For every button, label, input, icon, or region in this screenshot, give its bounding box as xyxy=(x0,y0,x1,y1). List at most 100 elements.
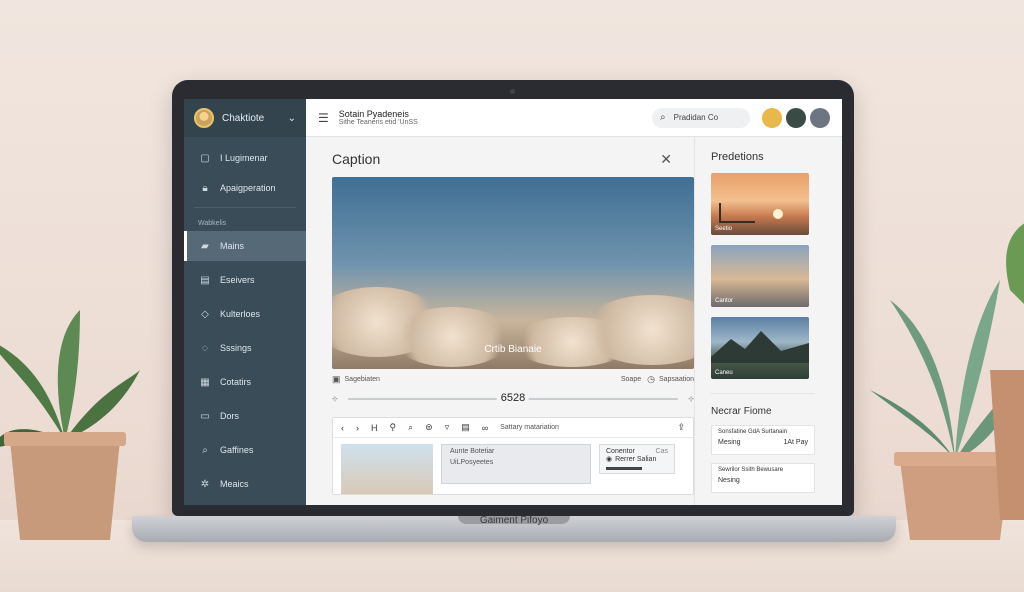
search-input[interactable]: ⌕ Pradidan Co xyxy=(652,107,750,128)
sidebar-item-label: I Lugimenar xyxy=(220,153,268,163)
card-title: Aunte Botetiar xyxy=(450,448,495,455)
main: ☰ Sotain Pyadeneis Sithe Teaneris etid '… xyxy=(306,99,842,505)
pin-icon[interactable]: ⚲ xyxy=(390,422,397,433)
divider xyxy=(711,393,815,394)
sidebar-nav-sssings[interactable]: ◌ Sssings xyxy=(184,333,306,363)
sidebar-item-0[interactable]: ▢ I Lugimenar xyxy=(184,143,306,173)
page-title-text: Sotain Pyadeneis xyxy=(338,109,409,119)
sidebar-section-label: Wabkelis xyxy=(198,220,227,227)
search-icon[interactable]: ⌕ xyxy=(408,422,413,433)
avatar[interactable] xyxy=(762,107,782,128)
search-icon: ⌕ xyxy=(202,444,208,456)
list-item-who: Mesing xyxy=(718,439,741,446)
sidebar-item-1[interactable]: 🔒︎ Apaigperation xyxy=(184,173,306,203)
avatar xyxy=(194,108,214,128)
sidebar-item-label: Kulterloes xyxy=(220,309,261,319)
webcam xyxy=(510,89,515,94)
thumbnail-image[interactable] xyxy=(341,444,433,494)
table-icon[interactable]: ▤ xyxy=(461,422,470,433)
sidebar-nav-kulterloes[interactable]: ◇ Kulterloes xyxy=(184,299,306,329)
sidebar-item-label: Meaics xyxy=(220,479,249,489)
forward-icon[interactable]: › xyxy=(356,423,359,433)
workspace-title: Chaktiote xyxy=(222,112,265,124)
link-icon[interactable]: ∞ xyxy=(482,423,488,433)
sidebar-item-label: Sssings xyxy=(220,343,252,353)
chat-icon: ◌ xyxy=(202,342,208,354)
sidebar-nav-cotatirs[interactable]: ▦ Cotatirs xyxy=(184,367,306,397)
hero-image: Crtib Bianaie xyxy=(332,177,694,369)
lock-icon: 🔒︎ xyxy=(202,182,208,194)
media-right-b: Sapsaation xyxy=(658,375,694,383)
prediction-label: Caneu xyxy=(715,370,733,376)
divider xyxy=(194,207,296,208)
share-icon[interactable]: ⇪ xyxy=(677,422,685,433)
prediction-label: Seetio xyxy=(715,226,733,232)
sidebar-item-label: Apaigperation xyxy=(220,183,276,193)
prediction-label: Cantor xyxy=(715,298,734,304)
media-row: ▣ Sagebiaten Soape ◷ Sapsaation xyxy=(332,373,694,385)
prediction-thumb[interactable]: Cantor xyxy=(711,245,809,307)
sidebar-nav-dors[interactable]: ▭ Dors xyxy=(184,401,306,431)
page-subtitle: Sithe Teaneris etid 'UnSS xyxy=(338,119,418,126)
back-icon[interactable]: ‹ xyxy=(341,423,344,433)
sidebar-item-label: Dors xyxy=(220,411,240,421)
sidebar-item-label: Gaffines xyxy=(220,445,254,455)
card-subtitle: Rerrer Salian xyxy=(615,455,657,463)
hero-caption: Crtib Bianaie xyxy=(484,344,542,355)
prediction-thumb[interactable]: Seetio xyxy=(711,173,809,235)
avatar-group xyxy=(762,107,830,128)
page-title: Sotain Pyadeneis Sithe Teaneris etid 'Un… xyxy=(339,109,418,126)
prediction-thumb[interactable]: Caneu xyxy=(711,317,809,379)
list-item-who: Nesing xyxy=(718,477,740,484)
editor: ‹ › H ⚲ ⌕ ⊜ ▿ ▤ ∞ Sattary matariation ⇪ xyxy=(332,417,694,495)
document-icon: ▢ xyxy=(200,152,210,164)
plant-left xyxy=(0,310,140,540)
sidebar-nav-eseivers[interactable]: ▤ Eseivers xyxy=(184,265,306,295)
sidebar-nav-meaics[interactable]: ✲ Meaics xyxy=(184,469,306,499)
slider-row: ⊹ 6528 ⊹ xyxy=(332,392,694,404)
workspace-switcher[interactable]: Chaktiote ⌄ xyxy=(184,99,306,137)
user-icon: ◉ xyxy=(606,456,613,463)
menu-icon[interactable]: ☰ xyxy=(318,111,329,125)
recent-title: Necrar Fiome xyxy=(711,406,772,417)
sidebar-item-label: Mains xyxy=(220,241,245,251)
slider-max-icon: ⊹ xyxy=(688,396,694,403)
avatar[interactable] xyxy=(786,107,806,128)
media-left-label: Sagebiaten xyxy=(344,375,380,383)
close-icon[interactable]: ✕ xyxy=(660,151,672,168)
toolbar-label: Sattary matariation xyxy=(500,424,559,431)
card[interactable]: Conentor Cas ◉ Rerrer Salian xyxy=(599,444,675,474)
slider-min-icon: ⊹ xyxy=(332,396,338,403)
heading-icon[interactable]: H xyxy=(371,423,378,433)
card[interactable]: Aunte Botetiar UiLPosyeetes xyxy=(441,444,591,484)
image-icon: ▰ xyxy=(201,240,209,252)
list-item[interactable]: Sonsfatine GdA Surtanain Mesing 1At Pay xyxy=(711,425,815,455)
avatar[interactable] xyxy=(810,107,830,128)
value-slider[interactable]: 6528 xyxy=(347,392,679,404)
content: Caption ✕ Crtib Bianaie ▣ Sagebiaten Soa… xyxy=(306,137,842,505)
chevron-down-icon: ⌄ xyxy=(287,112,296,124)
predictions-rail: Predetions Seetio Cantor Caneu Necrar Fi… xyxy=(694,137,842,505)
checkbox-icon[interactable]: ▣ xyxy=(332,374,341,385)
search-label: Pradidan Co xyxy=(673,113,719,122)
card-subtitle: UiLPosyeetes xyxy=(450,459,494,466)
plant-right xyxy=(870,223,1024,540)
gear-icon: ✲ xyxy=(200,478,210,490)
sidebar-item-label: Cotatirs xyxy=(220,377,252,387)
list-item-title: Sewrilor Ssith Bewusare xyxy=(718,467,784,473)
sidebar-nav-gaffines[interactable]: ⌕ Gaffines xyxy=(184,435,306,465)
card-title: Conentor xyxy=(606,448,635,455)
editor-body: Aunte Botetiar UiLPosyeetes Conentor Cas… xyxy=(333,438,693,500)
comment-icon[interactable]: ⊜ xyxy=(425,422,433,433)
topbar: ☰ Sotain Pyadeneis Sithe Teaneris etid '… xyxy=(306,99,842,137)
laptop-lid: Chaktiote ⌄ ▢ I Lugimenar 🔒︎ Apaigperati… xyxy=(172,80,854,516)
panel-title: Caption xyxy=(332,151,381,167)
screen: Chaktiote ⌄ ▢ I Lugimenar 🔒︎ Apaigperati… xyxy=(184,99,842,505)
filter-icon[interactable]: ▿ xyxy=(445,422,450,433)
laptop-base: Gaiment Pifoyo xyxy=(132,516,896,542)
editor-toolbar: ‹ › H ⚲ ⌕ ⊜ ▿ ▤ ∞ Sattary matariation ⇪ xyxy=(333,418,693,438)
sidebar-nav-mains[interactable]: ▰ Mains xyxy=(184,231,306,261)
list-item[interactable]: Sewrilor Ssith Bewusare Nesing xyxy=(711,463,815,493)
rail-title: Predetions xyxy=(711,151,764,163)
tag-icon: ◇ xyxy=(201,308,209,320)
